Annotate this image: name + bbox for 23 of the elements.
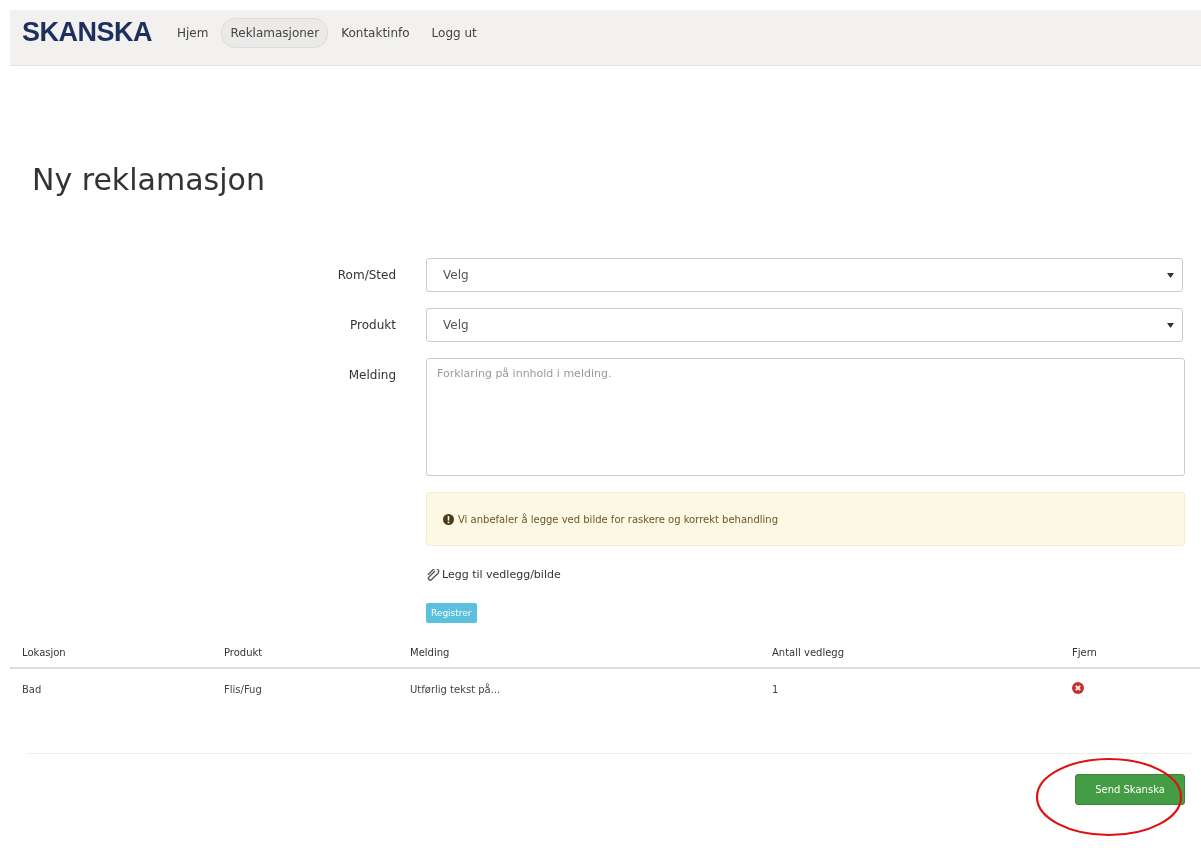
dropdown[interactable]: Velg — [426, 258, 1183, 292]
field-label: Produkt — [349, 317, 396, 332]
nav-link[interactable]: Logg ut — [422, 18, 486, 48]
column-header: Antall vedlegg — [760, 635, 1060, 668]
column-header: Lokasjon — [10, 635, 212, 668]
field-label: Melding — [347, 367, 396, 382]
table-cell: Bad — [10, 668, 212, 709]
column-header: Fjern — [1060, 635, 1200, 668]
message-field[interactable]: Forklaring på innhold i melding. — [426, 358, 1185, 476]
nav-link[interactable]: Kontaktinfo — [332, 18, 419, 48]
nav-link[interactable]: Hjem — [168, 18, 218, 48]
table-cell: Flis/Fug — [212, 668, 398, 709]
logo[interactable]: SKANSKA — [22, 18, 152, 46]
field-label: Rom/Sted — [336, 267, 396, 282]
alert-text: Vi anbefaler å legge ved bilde for raskere og korrekt behandling — [458, 513, 778, 525]
attach-link[interactable]: Legg til vedlegg/bilde — [442, 568, 561, 581]
page-title: Ny reklamasjon — [32, 161, 266, 199]
table-cell: Utførlig tekst på... — [398, 668, 760, 709]
nav-link[interactable]: Reklamasjoner — [221, 18, 329, 48]
table-cell: 1 — [760, 668, 1060, 709]
column-header: Melding — [398, 635, 760, 668]
dropdown[interactable]: Velg — [426, 308, 1183, 342]
column-header: Produkt — [212, 635, 398, 668]
